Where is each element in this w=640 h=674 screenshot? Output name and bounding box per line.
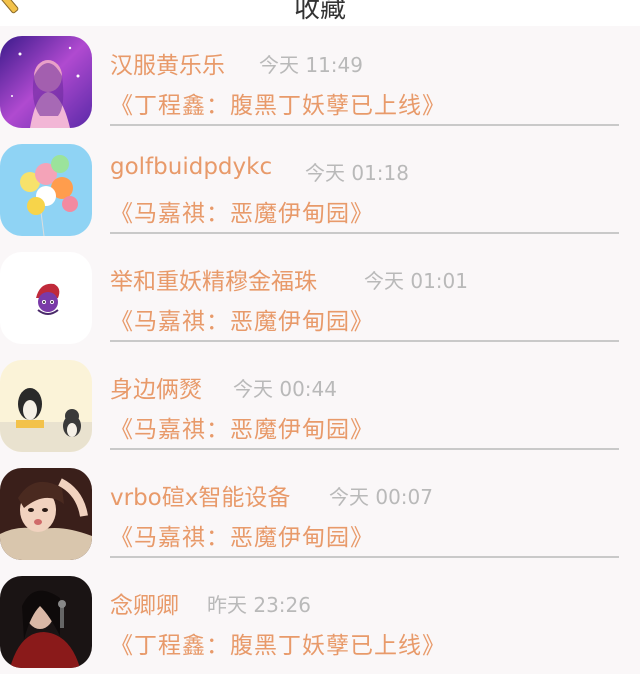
item-name: golfbuidpdykc bbox=[110, 154, 273, 180]
list-item[interactable]: 身边俩燹 今天 00:44 《马嘉祺：恶魔伊甸园》 bbox=[0, 350, 640, 458]
item-name: 念卿卿 bbox=[110, 593, 179, 619]
item-name: 汉服黄乐乐 bbox=[110, 53, 225, 79]
singer-avatar-icon[interactable] bbox=[0, 576, 92, 668]
item-time: 今天 00:07 bbox=[329, 485, 433, 509]
item-name: vrbo碹x智能设备 bbox=[110, 485, 291, 511]
item-time: 今天 11:49 bbox=[259, 53, 363, 77]
list-item[interactable]: 举和重妖精穆金福珠 今天 01:01 《马嘉祺：恶魔伊甸园》 bbox=[0, 242, 640, 350]
divider bbox=[110, 340, 619, 342]
item-time: 昨天 23:26 bbox=[207, 593, 311, 617]
item-subtitle[interactable]: 《马嘉祺：恶魔伊甸园》 bbox=[110, 194, 374, 228]
divider bbox=[110, 232, 619, 234]
girl-portrait-avatar-icon[interactable] bbox=[0, 468, 92, 560]
item-subtitle[interactable]: 《丁程鑫：腹黑丁妖孽已上线》 bbox=[110, 626, 446, 660]
item-subtitle[interactable]: 《马嘉祺：恶魔伊甸园》 bbox=[110, 302, 374, 336]
divider bbox=[110, 448, 619, 450]
item-subtitle[interactable]: 《丁程鑫：腹黑丁妖孽已上线》 bbox=[110, 86, 446, 120]
divider bbox=[110, 556, 619, 558]
balloons-avatar-icon[interactable] bbox=[0, 144, 92, 236]
item-name: 举和重妖精穆金福珠 bbox=[110, 269, 317, 295]
divider bbox=[110, 124, 619, 126]
item-time: 今天 01:18 bbox=[305, 161, 409, 185]
list-item[interactable]: vrbo碹x智能设备 今天 00:07 《马嘉祺：恶魔伊甸园》 bbox=[0, 458, 640, 566]
penguins-avatar-icon[interactable] bbox=[0, 360, 92, 452]
list-item[interactable]: 念卿卿 昨天 23:26 《丁程鑫：腹黑丁妖孽已上线》 bbox=[0, 566, 640, 674]
list-item[interactable]: golfbuidpdykc 今天 01:18 《马嘉祺：恶魔伊甸园》 bbox=[0, 134, 640, 242]
item-time: 今天 00:44 bbox=[233, 377, 337, 401]
item-subtitle[interactable]: 《马嘉祺：恶魔伊甸园》 bbox=[110, 410, 374, 444]
header-bar: 收藏 bbox=[0, 0, 640, 26]
item-subtitle[interactable]: 《马嘉祺：恶魔伊甸园》 bbox=[110, 518, 374, 552]
cartoon-character-avatar-icon[interactable] bbox=[0, 252, 92, 344]
list-item[interactable]: 汉服黄乐乐 今天 11:49 《丁程鑫：腹黑丁妖孽已上线》 bbox=[0, 26, 640, 134]
page-title: 收藏 bbox=[293, 0, 346, 24]
item-time: 今天 01:01 bbox=[364, 269, 468, 293]
girl-starry-avatar-icon[interactable] bbox=[0, 36, 92, 128]
item-name: 身边俩燹 bbox=[110, 377, 202, 403]
